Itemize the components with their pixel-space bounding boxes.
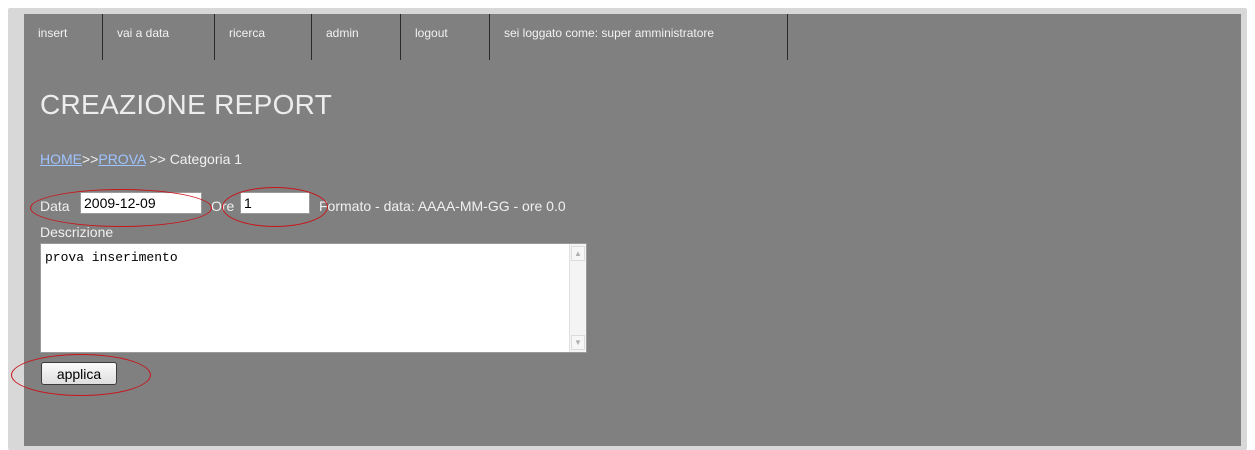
nav-admin[interactable]: admin	[312, 14, 401, 60]
data-label: Data	[40, 198, 70, 214]
descrizione-box: prova inserimento ▲ ▼	[40, 243, 587, 353]
ore-input[interactable]	[240, 192, 310, 214]
logged-user-status: sei loggato come: super amministratore	[490, 14, 788, 60]
main-panel: insert vai a data ricerca admin logout s…	[24, 14, 1241, 446]
format-hint: Formato - data: AAAA-MM-GG - ore 0.0	[319, 198, 566, 214]
nav-logout[interactable]: logout	[401, 14, 490, 60]
descrizione-label: Descrizione	[40, 224, 114, 240]
scroll-up-icon[interactable]: ▲	[571, 246, 585, 261]
nav-ricerca[interactable]: ricerca	[215, 14, 312, 60]
nav-vai-a-data[interactable]: vai a data	[103, 14, 215, 60]
descrizione-textarea[interactable]: prova inserimento	[41, 244, 569, 352]
breadcrumb: HOME>>PROVA >> Categoria 1	[40, 151, 242, 167]
breadcrumb-separator: >>	[82, 151, 99, 167]
applica-button[interactable]: applica	[41, 362, 117, 385]
breadcrumb-prova-link[interactable]: PROVA	[98, 151, 145, 167]
data-input[interactable]	[80, 192, 202, 214]
ore-label: Ore	[211, 198, 235, 214]
scroll-down-icon[interactable]: ▼	[571, 335, 585, 350]
page-title: CREAZIONE REPORT	[40, 89, 333, 120]
breadcrumb-current: >> Categoria 1	[145, 151, 243, 167]
breadcrumb-home-link[interactable]: HOME	[40, 151, 82, 167]
nav-insert[interactable]: insert	[24, 14, 103, 60]
textarea-scrollbar[interactable]: ▲ ▼	[569, 244, 586, 352]
top-navigation: insert vai a data ricerca admin logout s…	[24, 14, 788, 60]
